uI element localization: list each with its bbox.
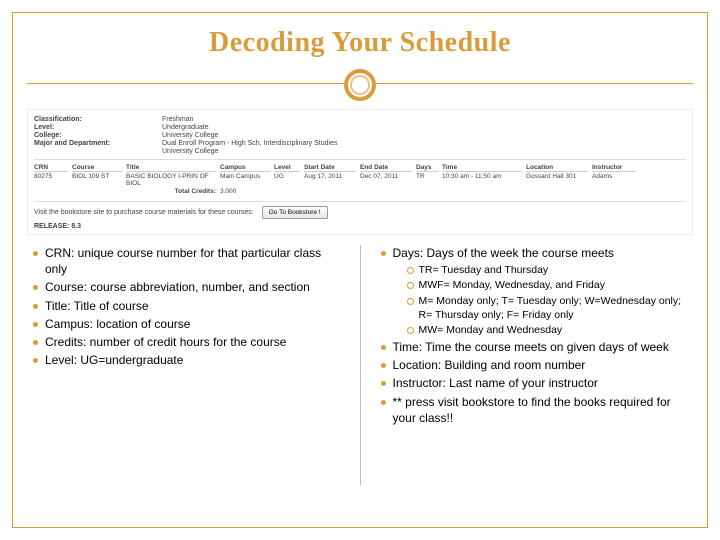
slide-frame: Decoding Your Schedule Classification: F…: [12, 12, 708, 528]
cell-time: 10:30 am - 11:50 am: [442, 173, 522, 187]
cell-instructor: Adams: [592, 173, 636, 187]
bookstore-text: Visit the bookstore site to purchase cou…: [34, 209, 254, 216]
right-item: Instructor: Last name of your instructor: [379, 375, 694, 391]
cell-end: Dec 07, 2011: [360, 173, 412, 187]
hdr-title: Title: [126, 164, 216, 172]
credits-label: Total Credits:: [126, 188, 216, 195]
left-item: Title: Title of course: [31, 298, 346, 314]
cell-location: Gossard Hall 301: [526, 173, 588, 187]
hdr-end: End Date: [360, 164, 412, 172]
days-sub-item: M= Monday only; T= Tuesday only; W=Wedne…: [405, 294, 694, 322]
column-divider: [360, 245, 361, 485]
hdr-instructor: Instructor: [592, 164, 636, 172]
hdr-level: Level: [274, 164, 300, 172]
cell-title: BASIC BIOLOGY I-PRIN OF BIOL: [126, 173, 216, 187]
level-value: Undergraduate: [162, 124, 686, 131]
right-column: Days: Days of the week the course meets …: [375, 245, 694, 485]
credits-row: Total Credits: 3.000: [34, 188, 686, 195]
college-value: University College: [162, 132, 686, 139]
hdr-crn: CRN: [34, 164, 68, 172]
go-to-bookstore-button[interactable]: Go To Bookstore !: [262, 206, 328, 219]
hdr-days: Days: [416, 164, 438, 172]
student-info: Classification: Freshman Level: Undergra…: [34, 116, 686, 160]
college-label: College:: [34, 132, 154, 139]
major-label: Major and Department:: [34, 140, 154, 147]
schedule-screenshot: Classification: Freshman Level: Undergra…: [27, 109, 693, 235]
cell-days: TR: [416, 173, 438, 187]
bookstore-row: Visit the bookstore site to purchase cou…: [34, 201, 686, 219]
right-item: Time: Time the course meets on given day…: [379, 339, 694, 355]
classification-label: Classification:: [34, 116, 154, 123]
left-item: Campus: location of course: [31, 316, 346, 332]
cell-course: BIOL 109 ST: [72, 173, 122, 187]
left-item: Credits: number of credit hours for the …: [31, 334, 346, 350]
major-value-2: University College: [162, 148, 686, 155]
page-title: Decoding Your Schedule: [27, 27, 693, 59]
right-item: Location: Building and room number: [379, 357, 694, 373]
left-item: Course: course abbreviation, number, and…: [31, 279, 346, 295]
left-column: CRN: unique course number for that parti…: [27, 245, 346, 485]
right-list: Days: Days of the week the course meets …: [375, 245, 694, 426]
classification-value: Freshman: [162, 116, 686, 123]
hdr-campus: Campus: [220, 164, 270, 172]
ring-icon: [344, 69, 376, 101]
right-item: ** press visit bookstore to find the boo…: [379, 394, 694, 426]
days-sub-item: MW= Monday and Wednesday: [405, 323, 694, 337]
days-sublist: TR= Tuesday and Thursday MWF= Monday, We…: [393, 263, 694, 337]
content-columns: CRN: unique course number for that parti…: [27, 245, 693, 485]
hdr-course: Course: [72, 164, 122, 172]
cell-start: Aug 17, 2011: [304, 173, 356, 187]
hdr-start: Start Date: [304, 164, 356, 172]
cell-campus: Main Campus: [220, 173, 270, 187]
cell-level: UG: [274, 173, 300, 187]
hdr-time: Time: [442, 164, 522, 172]
release-label: RELEASE: 8.3: [34, 223, 686, 230]
slide: Decoding Your Schedule Classification: F…: [0, 0, 720, 540]
title-divider: [27, 67, 693, 103]
days-sub-item: TR= Tuesday and Thursday: [405, 263, 694, 277]
right-days-text: Days: Days of the week the course meets: [393, 246, 614, 260]
schedule-table: CRN Course Title Campus Level Start Date…: [34, 164, 686, 187]
right-days-item: Days: Days of the week the course meets …: [379, 245, 694, 337]
hdr-location: Location: [526, 164, 588, 172]
days-sub-item: MWF= Monday, Wednesday, and Friday: [405, 278, 694, 292]
major-value: Dual Enroll Program - High Sch, Interdis…: [162, 140, 686, 147]
credits-value: 3.000: [220, 188, 270, 195]
left-item: CRN: unique course number for that parti…: [31, 245, 346, 277]
cell-crn: 80275: [34, 173, 68, 187]
level-label: Level:: [34, 124, 154, 131]
left-item: Level: UG=undergraduate: [31, 352, 346, 368]
left-list: CRN: unique course number for that parti…: [27, 245, 346, 368]
